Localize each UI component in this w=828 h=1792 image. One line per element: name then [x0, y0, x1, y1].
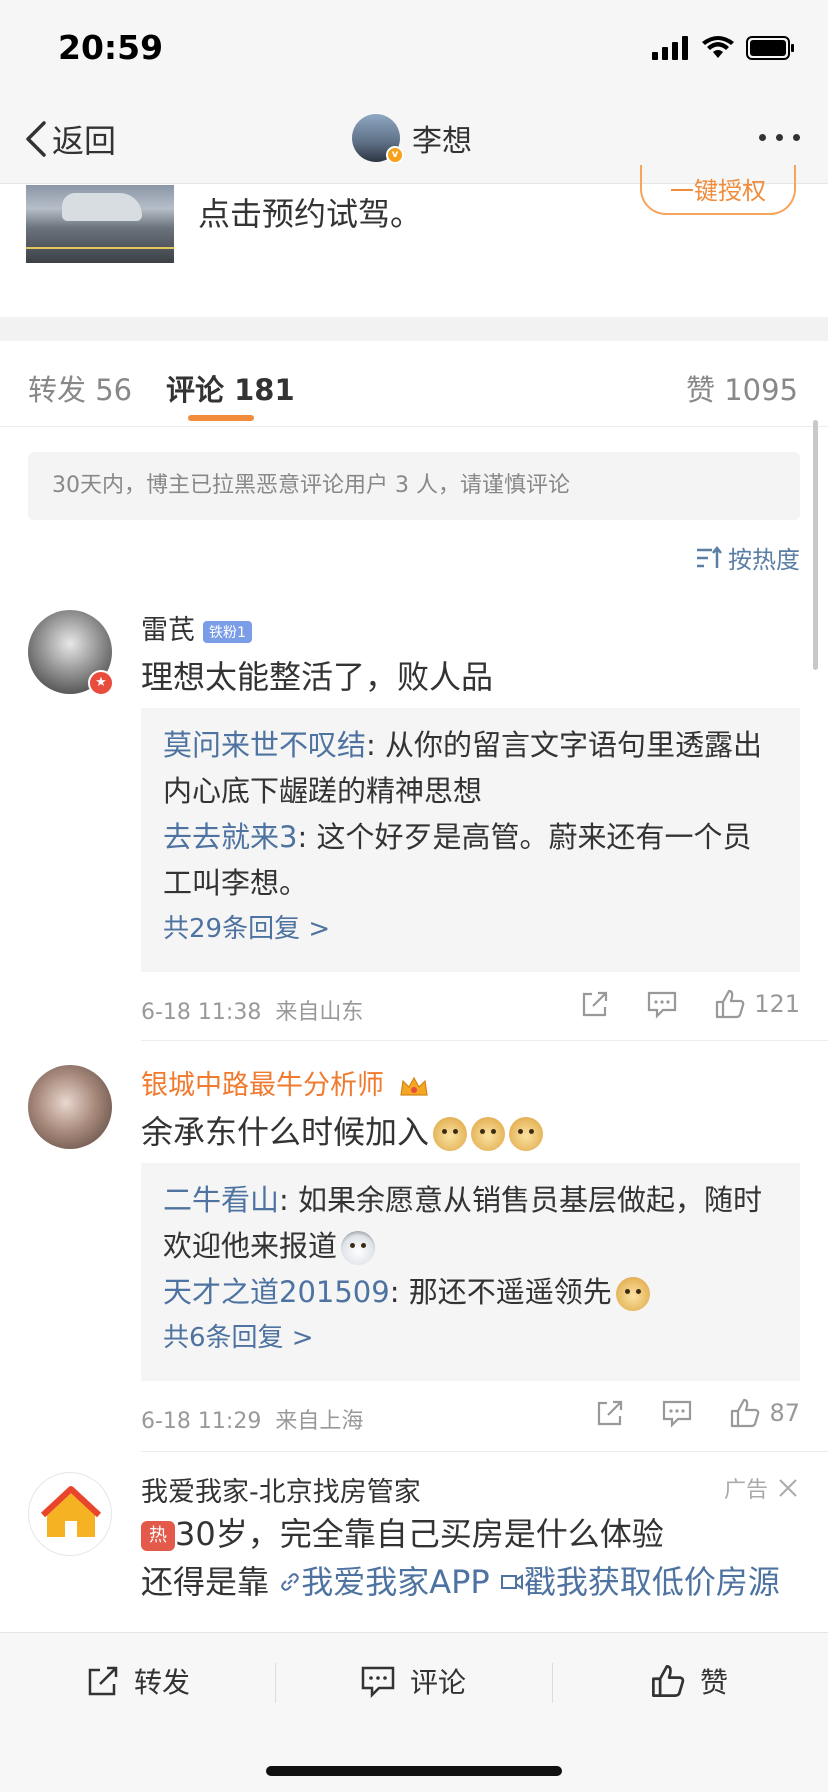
comment-icon[interactable] [646, 989, 678, 1019]
back-label: 返回 [52, 122, 117, 160]
nav-profile[interactable]: v 李想 [352, 114, 472, 164]
reply-user[interactable]: 二牛看山 [163, 1183, 279, 1217]
chevron-left-icon [26, 121, 46, 157]
tab-likes[interactable]: 赞 1095 [686, 367, 798, 409]
ad-text: 热 30岁，完全靠自己买房是什么体验 还得是靠 我爱我家APP 戳我获取低价房源 [141, 1515, 780, 1601]
car-image[interactable] [26, 185, 174, 263]
doge-emoji-icon [615, 1277, 650, 1311]
hot-tag-icon: 热 [141, 1521, 175, 1551]
thumbs-up-icon [652, 1665, 685, 1697]
avatar[interactable]: v [352, 114, 404, 164]
comment-icon[interactable] [661, 1398, 693, 1428]
comment-author[interactable]: 银城中路最牛分析师 [141, 1063, 429, 1102]
crown-icon [399, 1076, 428, 1096]
ad-author[interactable]: 我爱我家-北京找房管家 [141, 1470, 421, 1509]
reply-box[interactable]: 二牛看山: 如果余愿意从销售员基层做起，随时欢迎他来报道 天才之道201509:… [141, 1163, 800, 1381]
tab-bar: 转发 56 评论 181 赞 1095 [0, 341, 828, 427]
comment-icon [361, 1666, 395, 1698]
reply-item: 二牛看山: 如果余愿意从销售员基层做起，随时欢迎他来报道 [163, 1183, 763, 1265]
member-badge-icon: ★ [88, 670, 114, 696]
ad-label[interactable]: 广告 [724, 1472, 798, 1504]
house-logo-icon [40, 1486, 102, 1537]
comment-actions: 87 [595, 1397, 800, 1429]
tab-indicator [188, 415, 254, 421]
doge-emoji-icon [509, 1117, 544, 1151]
post-text: 点击预约试驾。 [198, 195, 423, 233]
reply-item: 天才之道201509: 那还不遥遥领先 [163, 1269, 778, 1315]
status-time: 20:59 [58, 28, 164, 67]
video-icon [500, 1574, 523, 1590]
sort-button[interactable]: 按热度 [696, 540, 800, 575]
like-count: 121 [754, 990, 800, 1018]
doge-emoji-icon [433, 1117, 468, 1151]
repost-button[interactable]: 转发 [86, 1661, 190, 1701]
tab-repost[interactable]: 转发 56 [28, 367, 132, 409]
ad-offer-link[interactable]: 戳我获取低价房源 [500, 1563, 780, 1601]
back-button[interactable]: 返回 [22, 116, 116, 162]
toolbar-divider [275, 1663, 276, 1703]
avatar[interactable] [28, 1065, 112, 1149]
comment-author[interactable]: 雷芪 铁粉1 [141, 608, 252, 647]
battery-icon [746, 36, 794, 60]
share-icon[interactable] [595, 1398, 625, 1428]
page-title: 李想 [412, 124, 472, 159]
reply-box[interactable]: 莫问来世不叹结: 从你的留言文字语句里透露出内心底下龌蹉的精神思想 去去就来3:… [141, 708, 800, 972]
like-count: 87 [769, 1399, 800, 1427]
share-icon [88, 1666, 118, 1696]
husky-emoji-icon [341, 1231, 376, 1265]
like-button[interactable]: 87 [729, 1397, 800, 1429]
status-bar: 20:59 [0, 0, 828, 100]
comment-meta: 6-18 11:29 来自上海 [141, 1409, 364, 1434]
comment-text: 余承东什么时候加入 [141, 1107, 544, 1153]
ad-avatar[interactable] [28, 1472, 112, 1556]
share-icon[interactable] [580, 989, 610, 1019]
doge-emoji-icon [471, 1117, 506, 1151]
reply-user[interactable]: 莫问来世不叹结 [163, 728, 366, 762]
verified-icon: v [386, 146, 404, 164]
link-icon [281, 1573, 299, 1591]
comment-meta: 6-18 11:38 来自山东 [141, 1000, 364, 1025]
reply-item: 莫问来世不叹结: 从你的留言文字语句里透露出内心底下龌蹉的精神思想 [163, 728, 763, 808]
thumbs-up-icon [716, 989, 745, 1019]
status-icons [652, 36, 796, 60]
more-replies-link[interactable]: 共6条回复 > [163, 1315, 778, 1361]
reply-item: 去去就来3: 这个好歹是高管。蔚来还有一个员工叫李想。 [163, 820, 752, 900]
bottom-toolbar: 转发 评论 赞 [0, 1632, 828, 1792]
sort-icon [697, 545, 722, 568]
more-options-icon[interactable] [759, 134, 800, 141]
like-button[interactable]: 121 [714, 988, 800, 1020]
scrollbar[interactable] [813, 420, 818, 670]
authorize-button[interactable]: 一键授权 [640, 165, 796, 215]
comment-notice: 30天内，博主已拉黑恶意评论用户 3 人，请谨慎评论 [28, 452, 800, 520]
post-fragment: 点击预约试驾。 一键授权 [0, 165, 828, 317]
comment-actions: 121 [580, 988, 800, 1020]
signal-icon [652, 36, 688, 60]
comment-button[interactable]: 评论 [360, 1661, 466, 1701]
reply-user[interactable]: 去去就来3 [163, 820, 297, 854]
tab-comments[interactable]: 评论 181 [166, 367, 295, 409]
fan-badge: 铁粉1 [203, 620, 252, 643]
home-indicator[interactable] [266, 1766, 562, 1776]
avatar[interactable]: ★ [28, 610, 114, 696]
ad-app-link[interactable]: 我爱我家APP [279, 1563, 490, 1601]
wifi-icon [702, 36, 734, 58]
comment-text: 理想太能整活了，败人品 [141, 658, 494, 696]
reply-user[interactable]: 天才之道201509 [163, 1275, 390, 1309]
toolbar-divider [552, 1663, 553, 1703]
thumbs-up-icon [731, 1398, 760, 1428]
more-replies-link[interactable]: 共29条回复 > [163, 906, 778, 952]
divider [141, 1451, 828, 1452]
divider [141, 1040, 828, 1041]
like-post-button[interactable]: 赞 [650, 1661, 728, 1701]
close-icon[interactable] [778, 1478, 798, 1498]
section-divider [0, 317, 828, 341]
